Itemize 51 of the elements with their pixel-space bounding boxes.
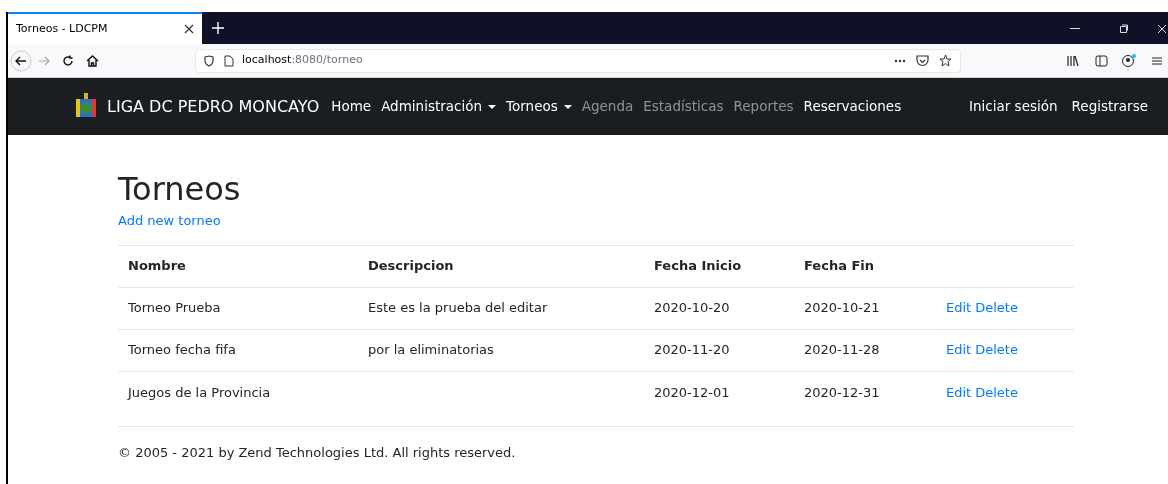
sidebar-icon[interactable] <box>1095 54 1108 67</box>
column-header: Fecha Inicio <box>654 258 742 274</box>
address-bar[interactable]: localhost:8080/torneo <box>195 48 961 73</box>
shield-icon[interactable] <box>204 54 214 67</box>
nav-link[interactable]: Home <box>331 96 372 117</box>
table-cell: Este es la prueba del editar <box>368 300 548 316</box>
browser-tab[interactable]: Torneos - LDCPM <box>8 12 202 44</box>
footer-text: © 2005 - 2021 by Zend Technologies Ltd. All rights reserved. <box>118 444 517 462</box>
nav-dropdown[interactable]: Torneos <box>506 96 572 117</box>
back-icon[interactable] <box>10 49 32 72</box>
edit-link[interactable]: Edit <box>946 300 972 316</box>
delete-link[interactable]: Delete <box>975 300 1018 316</box>
page-icon <box>224 54 234 67</box>
add-link[interactable]: Add new torneo <box>118 211 1074 231</box>
page-title: Torneos <box>118 169 242 209</box>
table-cell: 2020-12-01 <box>654 384 730 400</box>
restore-icon[interactable] <box>1118 24 1128 34</box>
table-cell: 2020-11-28 <box>804 342 880 358</box>
nav-link[interactable]: Registrarse <box>1071 96 1148 117</box>
menu-icon[interactable] <box>1152 55 1162 66</box>
column-header: Nombre <box>128 258 186 274</box>
nav-dropdown[interactable]: Administración <box>381 96 497 117</box>
url-text: localhost:8080/torneo <box>242 52 363 69</box>
library-icon[interactable] <box>1067 54 1079 67</box>
table-cell: Torneo Prueba <box>128 300 221 316</box>
edit-link[interactable]: Edit <box>946 384 972 400</box>
account-icon[interactable] <box>1122 53 1136 68</box>
column-header: Descripcion <box>368 258 454 274</box>
table-cell: Juegos de la Provincia <box>128 384 271 400</box>
nav-link[interactable]: Iniciar sesión <box>969 96 1058 117</box>
new-tab-icon[interactable] <box>212 22 224 34</box>
table-cell: Torneo fecha fifa <box>128 342 236 358</box>
table-cell: 2020-10-21 <box>804 300 880 316</box>
nav-link[interactable]: Reservaciones <box>803 96 902 117</box>
reload-icon[interactable] <box>62 54 74 67</box>
delete-link[interactable]: Delete <box>975 342 1018 358</box>
close-icon[interactable] <box>184 24 194 34</box>
minimize-icon[interactable] <box>1070 28 1080 30</box>
home-icon[interactable] <box>86 54 99 67</box>
pocket-icon[interactable] <box>916 54 929 67</box>
delete-link[interactable]: Delete <box>975 384 1018 400</box>
brand-name[interactable]: LIGA DC PEDRO MONCAYO <box>107 94 320 119</box>
edit-link[interactable]: Edit <box>946 342 972 358</box>
tab-title: Torneos - LDCPM <box>16 20 109 37</box>
table-cell: 2020-12-31 <box>804 384 880 400</box>
table-cell: 2020-10-20 <box>654 300 730 316</box>
star-icon[interactable] <box>939 54 952 67</box>
more-icon[interactable] <box>894 58 906 63</box>
column-header: Fecha Fin <box>804 258 875 274</box>
table-cell: 2020-11-20 <box>654 342 730 358</box>
table-cell: por la eliminatorias <box>368 342 494 358</box>
